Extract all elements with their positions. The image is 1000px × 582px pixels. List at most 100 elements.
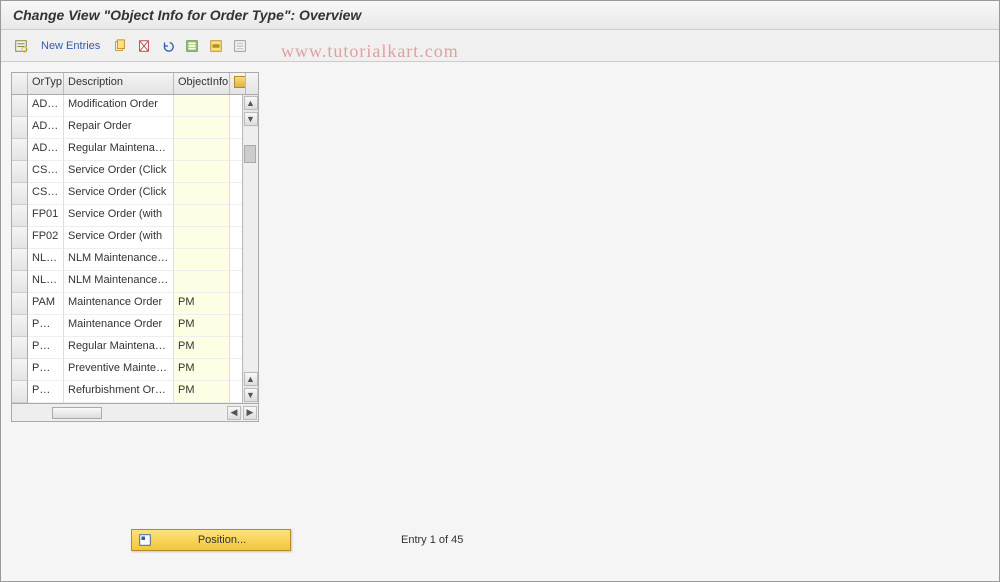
undo-icon[interactable] — [158, 36, 178, 56]
cell-objectinfo[interactable]: PM — [174, 359, 230, 381]
table-row[interactable]: FP01 Service Order (with — [12, 205, 258, 227]
scroll-right-icon[interactable]: ▶ — [243, 406, 257, 420]
table-row[interactable]: PM03 Preventive Mainte… PM — [12, 359, 258, 381]
select-block-icon[interactable] — [206, 36, 226, 56]
cell-ortyp: AD03 — [28, 139, 64, 161]
position-icon — [138, 533, 152, 547]
cell-objectinfo[interactable]: PM — [174, 381, 230, 403]
table-row[interactable]: CS02 Service Order (Click — [12, 183, 258, 205]
entry-counter: Entry 1 of 45 — [401, 534, 463, 546]
scroll-down-icon[interactable]: ▼ — [244, 388, 258, 402]
cell-objectinfo[interactable] — [174, 95, 230, 117]
cell-ortyp: AD01 — [28, 95, 64, 117]
cell-description: Regular Maintenan… — [64, 139, 174, 161]
cell-description: Regular Maintenan… — [64, 337, 174, 359]
table-row[interactable]: NLM8 NLM Maintenance … — [12, 271, 258, 293]
cell-ortyp: PM01 — [28, 315, 64, 337]
row-marker[interactable] — [12, 249, 28, 271]
vertical-scrollbar[interactable]: ▲ ▼ ▲ ▼ — [242, 95, 258, 403]
row-marker[interactable] — [12, 183, 28, 205]
table-row[interactable]: NLM2 NLM Maintenance … — [12, 249, 258, 271]
position-label: Position... — [160, 534, 284, 546]
cell-description: Service Order (Click — [64, 183, 174, 205]
scroll-track[interactable] — [244, 127, 258, 371]
table-row[interactable]: PM01 Maintenance Order PM — [12, 315, 258, 337]
cell-objectinfo[interactable] — [174, 117, 230, 139]
row-marker[interactable] — [12, 337, 28, 359]
row-marker[interactable] — [12, 95, 28, 117]
cell-ortyp: CS02 — [28, 183, 64, 205]
cell-objectinfo[interactable] — [174, 205, 230, 227]
details-icon[interactable] — [11, 36, 31, 56]
row-marker[interactable] — [12, 139, 28, 161]
horizontal-scrollbar[interactable]: ◀ ▶ — [12, 403, 258, 421]
col-header-ortyp[interactable]: OrTyp — [28, 73, 64, 94]
row-marker-header[interactable] — [12, 73, 28, 94]
content-area: OrTyp Description ObjectInfo AD01 Modifi… — [1, 62, 999, 432]
table-row[interactable]: AD02 Repair Order — [12, 117, 258, 139]
grid-body: AD01 Modification Order AD02 Repair Orde… — [12, 95, 258, 403]
copy-as-icon[interactable] — [110, 36, 130, 56]
toolbar: New Entries — [1, 30, 999, 62]
cell-description: NLM Maintenance … — [64, 271, 174, 293]
scroll-thumb[interactable] — [244, 145, 256, 163]
position-button[interactable]: Position... — [131, 529, 291, 551]
cell-objectinfo[interactable]: PM — [174, 293, 230, 315]
row-marker[interactable] — [12, 205, 28, 227]
table-row[interactable]: CS01 Service Order (Click — [12, 161, 258, 183]
page-title: Change View "Object Info for Order Type"… — [1, 1, 999, 30]
cell-description: Preventive Mainte… — [64, 359, 174, 381]
cell-objectinfo[interactable] — [174, 139, 230, 161]
cell-description: Refurbishment Ord… — [64, 381, 174, 403]
cell-description: Service Order (Click — [64, 161, 174, 183]
table-row[interactable]: FP02 Service Order (with — [12, 227, 258, 249]
cell-objectinfo[interactable] — [174, 161, 230, 183]
delete-icon[interactable] — [134, 36, 154, 56]
table-row[interactable]: PAM Maintenance Order PM — [12, 293, 258, 315]
row-marker[interactable] — [12, 293, 28, 315]
scroll-down-step-icon[interactable]: ▼ — [244, 112, 258, 126]
row-marker[interactable] — [12, 315, 28, 337]
cell-ortyp: FP02 — [28, 227, 64, 249]
order-type-grid: OrTyp Description ObjectInfo AD01 Modifi… — [11, 72, 259, 422]
select-all-icon[interactable] — [182, 36, 202, 56]
row-marker[interactable] — [12, 161, 28, 183]
cell-description: Modification Order — [64, 95, 174, 117]
col-header-objectinfo[interactable]: ObjectInfo — [174, 73, 230, 94]
cell-ortyp: AD02 — [28, 117, 64, 139]
table-row[interactable]: AD03 Regular Maintenan… — [12, 139, 258, 161]
cell-ortyp: PM02 — [28, 337, 64, 359]
cell-objectinfo[interactable]: PM — [174, 337, 230, 359]
cell-ortyp: NLM8 — [28, 271, 64, 293]
table-row[interactable]: AD01 Modification Order — [12, 95, 258, 117]
cell-ortyp: PAM — [28, 293, 64, 315]
cell-objectinfo[interactable] — [174, 227, 230, 249]
scroll-up-icon[interactable]: ▲ — [244, 96, 258, 110]
deselect-all-icon[interactable] — [230, 36, 250, 56]
cell-description: Maintenance Order — [64, 315, 174, 337]
grid-header: OrTyp Description ObjectInfo — [12, 73, 258, 95]
cell-ortyp: FP01 — [28, 205, 64, 227]
row-marker[interactable] — [12, 359, 28, 381]
grid-settings-icon[interactable] — [230, 73, 246, 94]
scroll-up-step-icon[interactable]: ▲ — [244, 372, 258, 386]
cell-ortyp: CS01 — [28, 161, 64, 183]
cell-objectinfo[interactable]: PM — [174, 315, 230, 337]
cell-description: Service Order (with — [64, 205, 174, 227]
new-entries-button[interactable]: New Entries — [35, 38, 106, 54]
col-header-description[interactable]: Description — [64, 73, 174, 94]
cell-objectinfo[interactable] — [174, 271, 230, 293]
cell-objectinfo[interactable] — [174, 249, 230, 271]
cell-ortyp: PM03 — [28, 359, 64, 381]
row-marker[interactable] — [12, 381, 28, 403]
row-marker[interactable] — [12, 227, 28, 249]
hscroll-thumb[interactable] — [52, 407, 102, 419]
table-row[interactable]: PM02 Regular Maintenan… PM — [12, 337, 258, 359]
row-marker[interactable] — [12, 271, 28, 293]
table-row[interactable]: PM04 Refurbishment Ord… PM — [12, 381, 258, 403]
scroll-left-icon[interactable]: ◀ — [227, 406, 241, 420]
cell-objectinfo[interactable] — [174, 183, 230, 205]
cell-ortyp: NLM2 — [28, 249, 64, 271]
row-marker[interactable] — [12, 117, 28, 139]
footer: Position... Entry 1 of 45 — [1, 529, 999, 551]
